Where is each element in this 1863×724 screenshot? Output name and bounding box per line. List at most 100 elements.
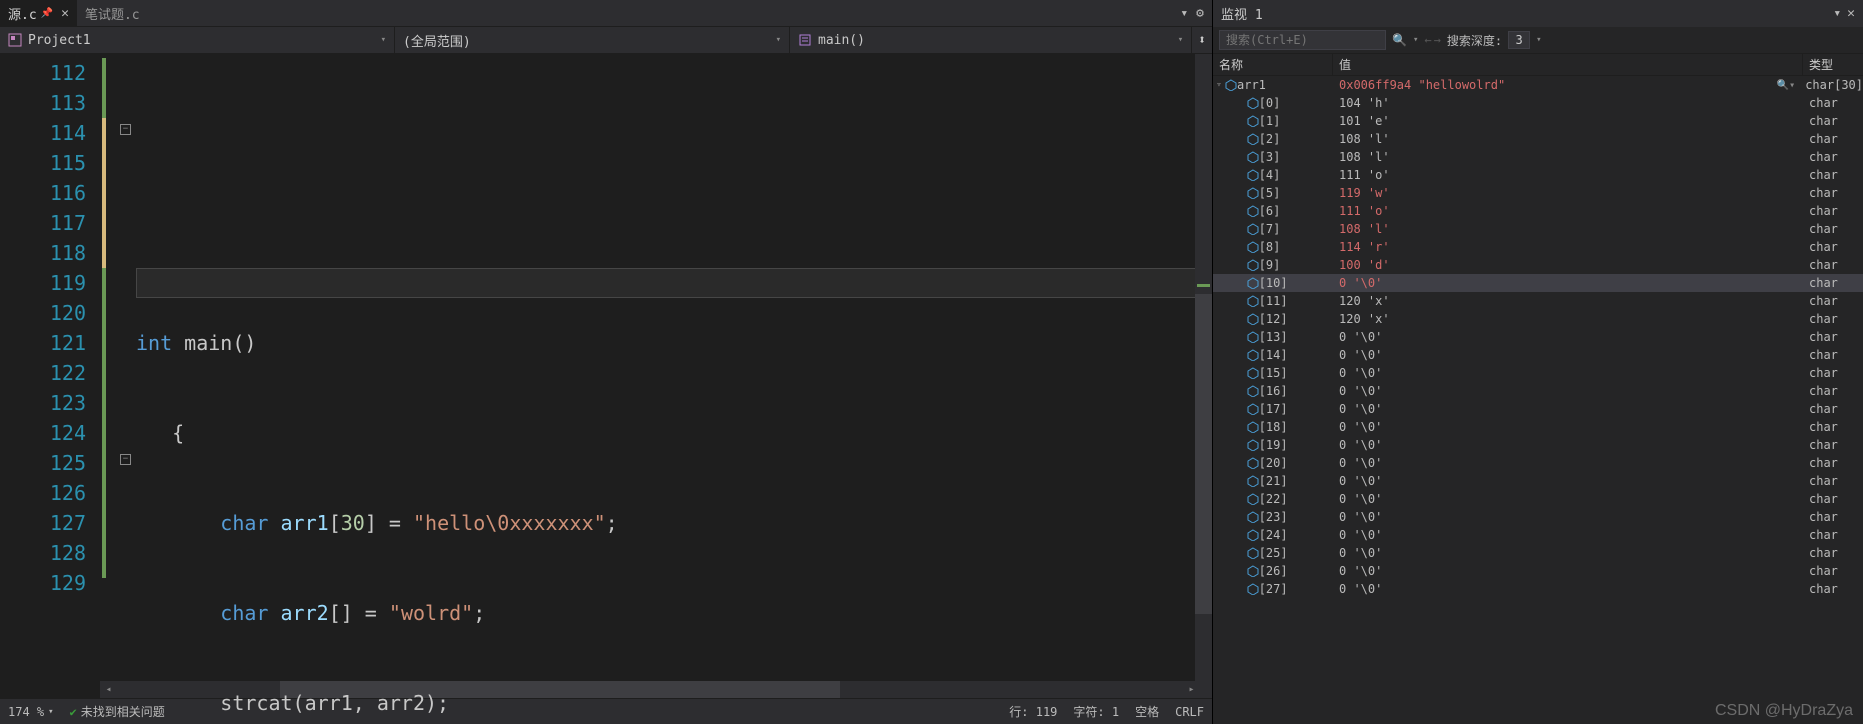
watch-row[interactable]: [1]101 'e'char	[1213, 112, 1863, 130]
indent-mode[interactable]: 空格	[1135, 703, 1159, 720]
watch-row[interactable]: [13]0 '\0'char	[1213, 328, 1863, 346]
search-input[interactable]	[1219, 30, 1386, 50]
nav-bar: Project1 ▾ (全局范围) ▾ main() ▾ ⬍	[0, 27, 1212, 54]
pin-icon[interactable]: 📌	[41, 8, 53, 19]
cursor-line[interactable]: 行: 119	[1009, 703, 1057, 720]
tab-bar: 源.c 📌 ✕ 笔试题.c ▾ ⚙	[0, 0, 1212, 27]
watch-row[interactable]: [20]0 '\0'char	[1213, 454, 1863, 472]
tab-label: 源.c	[8, 4, 37, 23]
watch-row[interactable]: [11]120 'x'char	[1213, 292, 1863, 310]
fold-column: − −	[118, 54, 136, 724]
watch-row[interactable]: [26]0 '\0'char	[1213, 562, 1863, 580]
variable-icon	[1247, 367, 1259, 379]
watch-row[interactable]: [16]0 '\0'char	[1213, 382, 1863, 400]
watch-row[interactable]: [8]114 'r'char	[1213, 238, 1863, 256]
close-icon[interactable]: ✕	[61, 6, 69, 21]
nav-project-label: Project1	[28, 33, 91, 48]
col-name[interactable]: 名称	[1213, 54, 1333, 75]
dropdown-icon[interactable]: ▾	[1180, 6, 1188, 21]
nav-function-label: main()	[818, 33, 865, 48]
fold-toggle[interactable]: −	[120, 124, 131, 135]
nav-scope[interactable]: (全局范围) ▾	[395, 27, 790, 53]
vertical-scrollbar[interactable]	[1195, 54, 1212, 698]
variable-icon	[1247, 421, 1259, 433]
variable-icon	[1247, 205, 1259, 217]
variable-icon	[1247, 583, 1259, 595]
issues-indicator[interactable]: ✔未找到相关问题	[70, 703, 165, 720]
watch-row[interactable]: [10]0 '\0'char	[1213, 274, 1863, 292]
variable-icon	[1247, 295, 1259, 307]
project-icon	[8, 33, 22, 47]
col-value[interactable]: 值	[1333, 54, 1803, 75]
watch-rows: ▿ arr1 0x006ff9a4 "hellowolrd"🔍▾ char[30…	[1213, 76, 1863, 724]
nav-function[interactable]: main() ▾	[790, 27, 1192, 53]
watch-row[interactable]: [5]119 'w'char	[1213, 184, 1863, 202]
close-icon[interactable]: ✕	[1847, 6, 1855, 21]
variable-icon	[1247, 439, 1259, 451]
watch-row[interactable]: [2]108 'l'char	[1213, 130, 1863, 148]
nav-project[interactable]: Project1 ▾	[0, 27, 395, 53]
watermark: CSDN @HyDraZya	[1715, 702, 1853, 720]
gear-icon[interactable]: ⚙	[1196, 6, 1204, 21]
tab-active[interactable]: 源.c 📌 ✕	[0, 0, 77, 26]
fold-toggle[interactable]: −	[120, 454, 131, 465]
variable-icon	[1247, 151, 1259, 163]
watch-row[interactable]: [3]108 'l'char	[1213, 148, 1863, 166]
watch-row[interactable]: [15]0 '\0'char	[1213, 364, 1863, 382]
nav-scope-label: (全局范围)	[403, 31, 471, 50]
watch-row[interactable]: [22]0 '\0'char	[1213, 490, 1863, 508]
cursor-char[interactable]: 字符: 1	[1073, 703, 1119, 720]
tab-label: 笔试题.c	[85, 4, 140, 23]
code-area: 112113114 115116117 118119120 121122123 …	[0, 54, 1212, 724]
watch-row[interactable]: [25]0 '\0'char	[1213, 544, 1863, 562]
chevron-down-icon: ▾	[1178, 35, 1183, 45]
expand-toggle[interactable]: ▿	[1213, 80, 1225, 90]
watch-row[interactable]: [14]0 '\0'char	[1213, 346, 1863, 364]
watch-row[interactable]: [4]111 'o'char	[1213, 166, 1863, 184]
dropdown-icon[interactable]: ▾	[1833, 6, 1841, 21]
search-icon[interactable]: 🔍	[1392, 33, 1407, 47]
change-margin	[100, 54, 118, 724]
watch-row[interactable]: [0]104 'h'char	[1213, 94, 1863, 112]
variable-icon	[1247, 97, 1259, 109]
watch-row[interactable]: [17]0 '\0'char	[1213, 400, 1863, 418]
editor-pane: 源.c 📌 ✕ 笔试题.c ▾ ⚙ Project1 ▾ (全局范围) ▾	[0, 0, 1213, 724]
watch-row[interactable]: [19]0 '\0'char	[1213, 436, 1863, 454]
zoom-control[interactable]: 174 %▾	[8, 705, 54, 719]
watch-row[interactable]: [9]100 'd'char	[1213, 256, 1863, 274]
variable-icon	[1247, 349, 1259, 361]
watch-search-bar: 🔍 ▾ ←→ 搜索深度: 3 ▾	[1213, 27, 1863, 54]
variable-icon	[1247, 259, 1259, 271]
variable-icon	[1247, 511, 1259, 523]
variable-icon	[1247, 169, 1259, 181]
watch-pane: 监视 1 ▾ ✕ 🔍 ▾ ←→ 搜索深度: 3 ▾ 名称 值 类型 ▿ arr1…	[1213, 0, 1863, 724]
col-type[interactable]: 类型	[1803, 54, 1863, 75]
view-icon[interactable]: 🔍▾	[1777, 80, 1795, 91]
variable-icon	[1247, 457, 1259, 469]
watch-row[interactable]: [12]120 'x'char	[1213, 310, 1863, 328]
split-icon[interactable]: ⬍	[1198, 33, 1206, 48]
depth-input[interactable]: 3	[1508, 31, 1530, 49]
prev-icon[interactable]: ←	[1424, 33, 1431, 47]
watch-row-root[interactable]: ▿ arr1 0x006ff9a4 "hellowolrd"🔍▾ char[30…	[1213, 76, 1863, 94]
watch-row[interactable]: [6]111 'o'char	[1213, 202, 1863, 220]
scroll-thumb[interactable]	[1195, 294, 1212, 614]
variable-icon	[1247, 475, 1259, 487]
tab-other[interactable]: 笔试题.c	[77, 0, 148, 26]
chevron-down-icon: ▾	[776, 35, 781, 45]
line-numbers: 112113114 115116117 118119120 121122123 …	[0, 54, 100, 724]
next-icon[interactable]: →	[1434, 33, 1441, 47]
watch-row[interactable]: [27]0 '\0'char	[1213, 580, 1863, 598]
watch-title-bar: 监视 1 ▾ ✕	[1213, 0, 1863, 27]
function-icon	[798, 33, 812, 47]
scroll-left-icon[interactable]: ◂	[100, 681, 117, 698]
eol-mode[interactable]: CRLF	[1175, 705, 1204, 719]
watch-row[interactable]: [21]0 '\0'char	[1213, 472, 1863, 490]
watch-row[interactable]: [24]0 '\0'char	[1213, 526, 1863, 544]
variable-icon	[1247, 403, 1259, 415]
variable-icon	[1247, 133, 1259, 145]
watch-row[interactable]: [23]0 '\0'char	[1213, 508, 1863, 526]
code-editor[interactable]: int main() { char arr1[30] = "hello\0xxx…	[136, 54, 1212, 724]
watch-row[interactable]: [7]108 'l'char	[1213, 220, 1863, 238]
watch-row[interactable]: [18]0 '\0'char	[1213, 418, 1863, 436]
